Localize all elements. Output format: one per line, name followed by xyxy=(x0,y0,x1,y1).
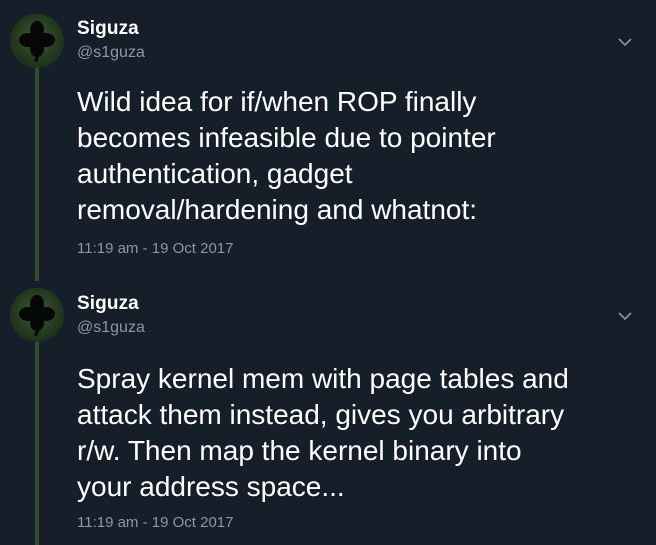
tweet-timestamp[interactable]: 11:19 am - 19 Oct 2017 xyxy=(77,240,233,257)
display-name[interactable]: Siguza xyxy=(77,18,139,40)
tweet[interactable]: Siguza @s1guza Wild idea for if/when ROP… xyxy=(0,0,656,283)
chevron-down-icon[interactable] xyxy=(617,34,633,50)
clover-icon xyxy=(19,295,55,337)
display-name[interactable]: Siguza xyxy=(77,293,139,315)
tweet-text: Wild idea for if/when ROP finally become… xyxy=(77,86,496,225)
chevron-down-icon[interactable] xyxy=(617,308,633,324)
user-handle[interactable]: @s1guza xyxy=(77,319,145,337)
user-handle[interactable]: @s1guza xyxy=(77,44,145,62)
clover-icon xyxy=(19,21,55,63)
tweet-text: Spray kernel mem with page tables and at… xyxy=(77,363,569,502)
avatar[interactable] xyxy=(10,288,64,342)
tweet[interactable]: Siguza @s1guza Spray kernel mem with pag… xyxy=(0,283,656,545)
tweet-timestamp[interactable]: 11:19 am - 19 Oct 2017 xyxy=(77,514,233,531)
tweet-thread: Siguza @s1guza Wild idea for if/when ROP… xyxy=(0,0,656,545)
avatar[interactable] xyxy=(10,14,64,68)
